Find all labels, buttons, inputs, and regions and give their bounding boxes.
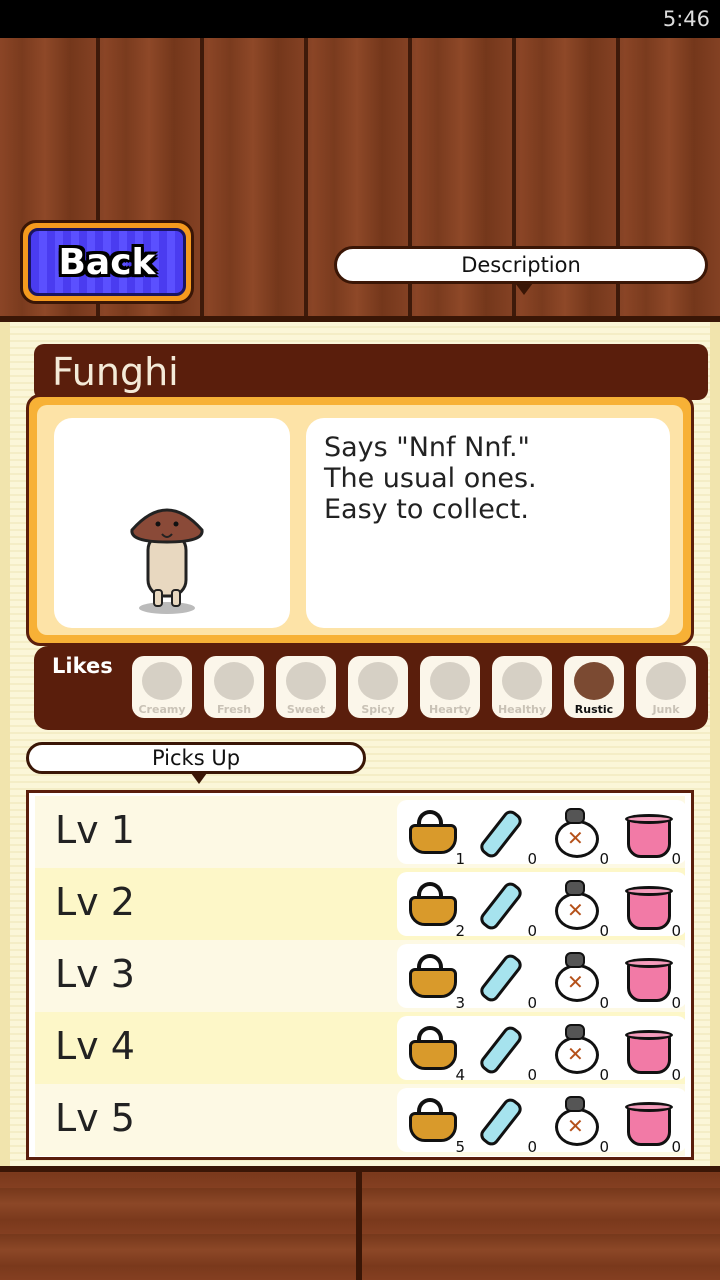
level-label: Lv 2 <box>55 880 135 924</box>
table-row: Lv 1 1 0 ✕ 0 0 <box>35 796 687 868</box>
bag-icon: ✕ 0 <box>549 878 609 940</box>
item-count: 0 <box>599 850 609 868</box>
likes-label: Likes <box>52 654 113 678</box>
spicy-icon <box>358 662 398 700</box>
item-count: 0 <box>527 850 537 868</box>
bucket-icon: 0 <box>621 1022 681 1084</box>
item-count: 0 <box>527 994 537 1012</box>
like-spicy[interactable]: Spicy <box>348 656 408 718</box>
picks-up-table: Lv 1 1 0 ✕ 0 0 Lv 2 2 0 ✕ 0 0 Lv 3 3 0 ✕ 0 … <box>26 790 694 1160</box>
back-button-label: Back <box>58 241 156 283</box>
like-creamy[interactable]: Creamy <box>132 656 192 718</box>
creamy-icon <box>142 662 182 700</box>
bucket-icon: 0 <box>621 806 681 868</box>
level-label: Lv 5 <box>55 1096 135 1140</box>
bottle-icon: 0 <box>477 1022 537 1084</box>
bottle-icon: 0 <box>477 806 537 868</box>
item-count: 0 <box>671 1066 681 1084</box>
table-row: Lv 4 4 0 ✕ 0 0 <box>35 1012 687 1084</box>
description-box: Says "Nnf Nnf." The usual ones. Easy to … <box>306 418 670 628</box>
status-time: 5:46 <box>662 7 710 31</box>
like-label: Fresh <box>216 703 252 716</box>
item-counts: 5 0 ✕ 0 0 <box>397 1088 687 1156</box>
like-fresh[interactable]: Fresh <box>204 656 264 718</box>
sweet-icon <box>286 662 326 700</box>
wood-footer <box>0 1166 720 1280</box>
healthy-icon <box>502 662 542 700</box>
item-count: 5 <box>455 1138 465 1156</box>
bag-icon: ✕ 0 <box>549 1022 609 1084</box>
item-count: 0 <box>671 850 681 868</box>
like-sweet[interactable]: Sweet <box>276 656 336 718</box>
level-label: Lv 4 <box>55 1024 135 1068</box>
back-button[interactable]: Back <box>20 220 194 304</box>
basket-icon: 1 <box>405 806 465 868</box>
description-line: Easy to collect. <box>324 494 529 525</box>
item-count: 0 <box>599 922 609 940</box>
item-count: 0 <box>599 994 609 1012</box>
item-count: 0 <box>599 1138 609 1156</box>
like-label: Sweet <box>286 703 326 716</box>
name-bar: Funghi <box>34 344 708 400</box>
bottle-icon: 0 <box>477 878 537 940</box>
like-hearty[interactable]: Hearty <box>420 656 480 718</box>
basket-icon: 5 <box>405 1094 465 1156</box>
bottle-icon: 0 <box>477 1094 537 1156</box>
item-count: 0 <box>599 1066 609 1084</box>
bucket-icon: 0 <box>621 878 681 940</box>
level-label: Lv 3 <box>55 952 135 996</box>
like-label: Junk <box>652 703 680 716</box>
bag-icon: ✕ 0 <box>549 1094 609 1156</box>
like-label: Hearty <box>429 703 471 716</box>
basket-icon: 2 <box>405 878 465 940</box>
like-label: Creamy <box>138 703 186 716</box>
item-count: 0 <box>671 994 681 1012</box>
table-row: Lv 3 3 0 ✕ 0 0 <box>35 940 687 1012</box>
item-counts: 4 0 ✕ 0 0 <box>397 1016 687 1084</box>
item-count: 1 <box>455 850 465 868</box>
basket-icon: 4 <box>405 1022 465 1084</box>
bottle-icon: 0 <box>477 950 537 1012</box>
hearty-icon <box>430 662 470 700</box>
item-counts: 1 0 ✕ 0 0 <box>397 800 687 868</box>
item-count: 0 <box>527 922 537 940</box>
item-counts: 2 0 ✕ 0 0 <box>397 872 687 940</box>
like-rustic[interactable]: Rustic <box>564 656 624 718</box>
fresh-icon <box>214 662 254 700</box>
table-row: Lv 5 5 0 ✕ 0 0 <box>35 1084 687 1156</box>
item-count: 0 <box>527 1066 537 1084</box>
like-label: Healthy <box>497 703 547 716</box>
bucket-icon: 0 <box>621 1094 681 1156</box>
like-label: Rustic <box>574 703 614 716</box>
level-label: Lv 1 <box>55 808 135 852</box>
description-line: The usual ones. <box>324 463 537 494</box>
item-count: 0 <box>527 1138 537 1156</box>
like-healthy[interactable]: Healthy <box>492 656 552 718</box>
like-label: Spicy <box>361 703 395 716</box>
item-count: 0 <box>671 1138 681 1156</box>
bucket-icon: 0 <box>621 950 681 1012</box>
basket-icon: 3 <box>405 950 465 1012</box>
status-bar: 5:46 <box>0 0 720 38</box>
item-counts: 3 0 ✕ 0 0 <box>397 944 687 1012</box>
picks-up-tab: Picks Up <box>26 742 366 784</box>
junk-icon <box>646 662 686 700</box>
item-count: 0 <box>671 922 681 940</box>
rustic-icon <box>574 662 614 700</box>
mushroom-icon <box>130 508 204 614</box>
table-row: Lv 2 2 0 ✕ 0 0 <box>35 868 687 940</box>
like-junk[interactable]: Junk <box>636 656 696 718</box>
bag-icon: ✕ 0 <box>549 806 609 868</box>
item-count: 4 <box>455 1066 465 1084</box>
item-count: 2 <box>455 922 465 940</box>
back-button-face[interactable]: Back <box>28 228 186 296</box>
description-line: Says "Nnf Nnf." <box>324 432 530 463</box>
description-tab: Description <box>334 246 708 295</box>
bag-icon: ✕ 0 <box>549 950 609 1012</box>
item-count: 3 <box>455 994 465 1012</box>
character-name: Funghi <box>52 350 179 394</box>
